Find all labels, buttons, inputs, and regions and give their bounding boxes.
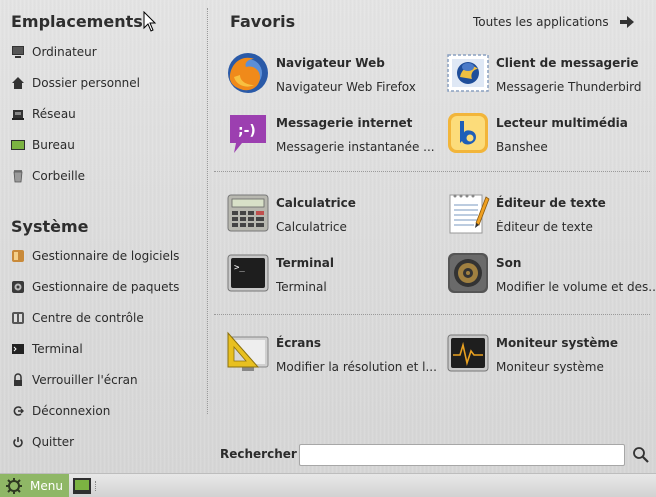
system-monitor-icon [447, 334, 489, 372]
app-name: Moniteur système [496, 336, 618, 350]
application-menu: Emplacements Ordinateur Dossier personne… [0, 0, 656, 473]
package-manager-icon [11, 280, 25, 294]
app-description: Modifier la résolution et l... [276, 360, 436, 374]
favorite-app-text-editor[interactable]: Éditeur de texte Éditeur de texte [446, 191, 656, 241]
left-pane: Emplacements Ordinateur Dossier personne… [0, 0, 206, 473]
favorite-app-terminal[interactable]: >_ Terminal Terminal [226, 251, 436, 301]
app-name: Lecteur multimédia [496, 116, 628, 130]
calculator-icon [227, 194, 269, 232]
app-name: Terminal [276, 256, 335, 270]
system-item-label: Verrouiller l'écran [32, 373, 138, 387]
app-name: Calculatrice [276, 196, 356, 210]
svg-text:>_: >_ [234, 263, 245, 273]
search-input[interactable] [299, 444, 625, 466]
app-description: Navigateur Web Firefox [276, 80, 416, 94]
arrow-right-icon [619, 15, 635, 29]
system-item-control-center[interactable]: Centre de contrôle [11, 307, 201, 329]
places-title: Emplacements [11, 12, 143, 31]
search-icon[interactable] [632, 446, 650, 464]
firefox-icon [228, 53, 268, 93]
system-item-label: Quitter [32, 435, 75, 449]
display-icon [227, 331, 269, 371]
app-description: Terminal [276, 280, 327, 294]
home-icon [11, 76, 25, 90]
desktop-icon [11, 138, 25, 152]
computer-icon [11, 45, 25, 59]
app-name: Écrans [276, 336, 322, 350]
pidgin-icon: ;-) [230, 115, 266, 153]
system-item-label: Terminal [32, 342, 83, 356]
app-description: Modifier le volume et des... [496, 280, 656, 294]
place-item-label: Dossier personnel [32, 76, 141, 90]
app-description: Banshee [496, 140, 548, 154]
svg-text:;-): ;-) [238, 123, 256, 139]
taskbar: Menu [0, 473, 656, 497]
all-applications-button[interactable]: Toutes les applications [473, 12, 635, 32]
show-desktop-icon[interactable] [73, 478, 91, 494]
place-item-computer[interactable]: Ordinateur [11, 41, 201, 63]
favorites-title: Favoris [230, 12, 296, 31]
control-center-icon [11, 311, 25, 325]
app-name: Son [496, 256, 522, 270]
favorite-app-calculator[interactable]: Calculatrice Calculatrice [226, 191, 436, 241]
all-applications-label: Toutes les applications [473, 15, 609, 29]
text-editor-icon [449, 194, 490, 234]
app-name: Éditeur de texte [496, 196, 606, 210]
system-item-label: Gestionnaire de logiciels [32, 249, 180, 263]
favorites-divider [214, 314, 650, 315]
power-icon [11, 435, 25, 449]
app-description: Messagerie Thunderbird [496, 80, 642, 94]
gear-icon [6, 478, 22, 494]
app-description: Messagerie instantanée ... [276, 140, 435, 154]
menu-button[interactable]: Menu [0, 474, 69, 497]
system-item-terminal[interactable]: Terminal [11, 338, 201, 360]
place-item-network[interactable]: Réseau [11, 103, 201, 125]
lock-icon [11, 373, 25, 387]
favorites-pane: Favoris Toutes les applications Navigate… [208, 0, 656, 473]
favorite-app-mail-client[interactable]: Client de messagerie Messagerie Thunderb… [446, 51, 656, 101]
system-item-label: Déconnexion [32, 404, 111, 418]
terminal-icon [11, 342, 25, 356]
thunderbird-icon [447, 54, 489, 92]
software-manager-icon [11, 249, 25, 263]
logout-icon [11, 404, 25, 418]
system-title: Système [11, 217, 89, 236]
place-item-label: Corbeille [32, 169, 86, 183]
banshee-icon [448, 113, 488, 153]
network-icon [11, 107, 25, 121]
system-item-label: Gestionnaire de paquets [32, 280, 180, 294]
app-name: Messagerie internet [276, 116, 413, 130]
place-item-label: Bureau [32, 138, 75, 152]
favorite-app-displays[interactable]: Écrans Modifier la résolution et l... [226, 331, 436, 381]
favorite-app-web-browser[interactable]: Navigateur Web Navigateur Web Firefox [226, 51, 436, 101]
menu-button-label: Menu [30, 479, 63, 493]
favorite-app-system-monitor[interactable]: Moniteur système Moniteur système [446, 331, 656, 381]
system-item-software-manager[interactable]: Gestionnaire de logiciels [11, 245, 201, 267]
system-item-package-manager[interactable]: Gestionnaire de paquets [11, 276, 201, 298]
place-item-desktop[interactable]: Bureau [11, 134, 201, 156]
search-label: Rechercher : [220, 447, 306, 461]
trash-icon [11, 169, 25, 183]
terminal-app-icon: >_ [227, 254, 269, 292]
system-item-quit[interactable]: Quitter [11, 431, 201, 453]
system-item-label: Centre de contrôle [32, 311, 144, 325]
favorite-app-instant-messenger[interactable]: ;-) Messagerie internet Messagerie insta… [226, 111, 436, 161]
favorite-app-sound[interactable]: Son Modifier le volume et des... [446, 251, 656, 301]
favorites-divider [214, 171, 650, 172]
taskbar-grip[interactable] [95, 481, 98, 491]
mouse-cursor-icon [143, 11, 157, 32]
place-item-trash[interactable]: Corbeille [11, 165, 201, 187]
favorite-app-media-player[interactable]: Lecteur multimédia Banshee [446, 111, 656, 161]
place-item-label: Réseau [32, 107, 76, 121]
place-item-home[interactable]: Dossier personnel [11, 72, 201, 94]
system-item-logout[interactable]: Déconnexion [11, 400, 201, 422]
place-item-label: Ordinateur [32, 45, 97, 59]
app-description: Calculatrice [276, 220, 347, 234]
app-name: Navigateur Web [276, 56, 385, 70]
app-description: Éditeur de texte [496, 220, 593, 234]
system-item-lock-screen[interactable]: Verrouiller l'écran [11, 369, 201, 391]
app-name: Client de messagerie [496, 56, 639, 70]
app-description: Moniteur système [496, 360, 604, 374]
speaker-icon [448, 253, 488, 293]
